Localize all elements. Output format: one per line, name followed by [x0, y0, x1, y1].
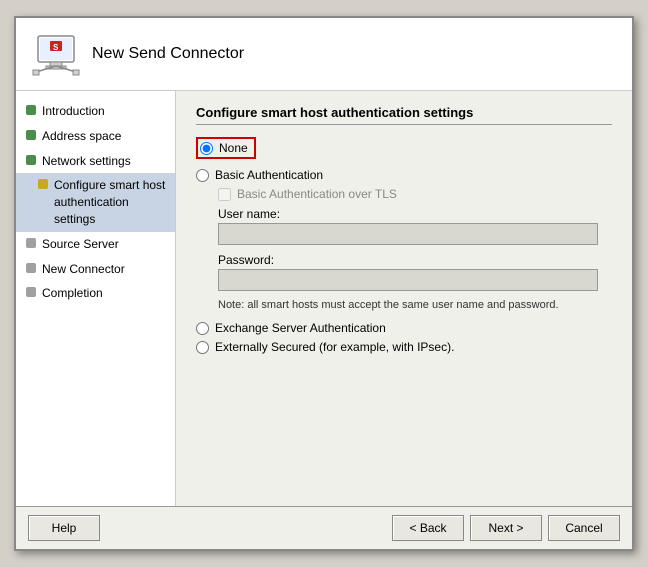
sidebar-label-completion: Completion [42, 285, 103, 302]
exchange-server-auth-radio[interactable] [196, 322, 209, 335]
sidebar-item-new-connector[interactable]: New Connector [16, 257, 175, 282]
sidebar-label-configure-smart: Configure smart host authentication sett… [54, 177, 167, 227]
password-field-group: Password: [218, 253, 612, 291]
sidebar-item-address-space[interactable]: Address space [16, 124, 175, 149]
svg-text:S: S [53, 43, 59, 52]
none-label[interactable]: None [219, 141, 248, 155]
sidebar-label-address-space: Address space [42, 128, 121, 145]
username-input[interactable] [218, 223, 598, 245]
sidebar: Introduction Address space Network setti… [16, 91, 176, 506]
dialog: S New Send Connector Introduction Add [14, 16, 634, 551]
bullet-source-server [26, 238, 36, 248]
sidebar-item-introduction[interactable]: Introduction [16, 99, 175, 124]
exchange-server-auth-label[interactable]: Exchange Server Authentication [215, 321, 386, 335]
externally-secured-radio[interactable] [196, 341, 209, 354]
bullet-address-space [26, 130, 36, 140]
dialog-footer: Help < Back Next > Cancel [16, 506, 632, 549]
password-label: Password: [218, 253, 612, 267]
username-field-group: User name: [218, 207, 612, 245]
help-button[interactable]: Help [28, 515, 100, 541]
sidebar-label-source-server: Source Server [42, 236, 119, 253]
bullet-completion [26, 287, 36, 297]
note-text: Note: all smart hosts must accept the sa… [218, 299, 612, 311]
content-title: Configure smart host authentication sett… [196, 105, 612, 125]
bullet-introduction [26, 105, 36, 115]
basic-auth-tls-checkbox[interactable] [218, 188, 231, 201]
none-highlighted-box: None [196, 137, 256, 159]
sidebar-item-configure-smart[interactable]: Configure smart host authentication sett… [16, 173, 175, 231]
bullet-new-connector [26, 263, 36, 273]
password-input[interactable] [218, 269, 598, 291]
sidebar-item-completion[interactable]: Completion [16, 281, 175, 306]
exchange-server-auth-row: Exchange Server Authentication [196, 321, 612, 335]
bullet-network-settings [26, 155, 36, 165]
server-icon: S [32, 30, 80, 78]
basic-auth-tls-label: Basic Authentication over TLS [237, 187, 397, 201]
username-label: User name: [218, 207, 612, 221]
cancel-button[interactable]: Cancel [548, 515, 620, 541]
next-button[interactable]: Next > [470, 515, 542, 541]
sidebar-label-introduction: Introduction [42, 103, 105, 120]
basic-auth-tls-row: Basic Authentication over TLS [218, 187, 612, 201]
bullet-configure-smart [38, 179, 48, 189]
basic-auth-label[interactable]: Basic Authentication [215, 168, 323, 182]
none-radio[interactable] [200, 142, 213, 155]
dialog-title: New Send Connector [92, 45, 244, 63]
basic-auth-row: Basic Authentication [196, 168, 612, 182]
basic-auth-radio[interactable] [196, 169, 209, 182]
dialog-body: Introduction Address space Network setti… [16, 91, 632, 506]
none-option-row: None [196, 137, 612, 163]
back-button[interactable]: < Back [392, 515, 464, 541]
footer-right: < Back Next > Cancel [392, 515, 620, 541]
content-area: Configure smart host authentication sett… [176, 91, 632, 506]
externally-secured-row: Externally Secured (for example, with IP… [196, 340, 612, 354]
sidebar-label-new-connector: New Connector [42, 261, 125, 278]
dialog-header: S New Send Connector [16, 18, 632, 91]
sidebar-label-network-settings: Network settings [42, 153, 131, 170]
sidebar-item-source-server[interactable]: Source Server [16, 232, 175, 257]
sidebar-item-network-settings[interactable]: Network settings [16, 149, 175, 174]
externally-secured-label[interactable]: Externally Secured (for example, with IP… [215, 340, 454, 354]
